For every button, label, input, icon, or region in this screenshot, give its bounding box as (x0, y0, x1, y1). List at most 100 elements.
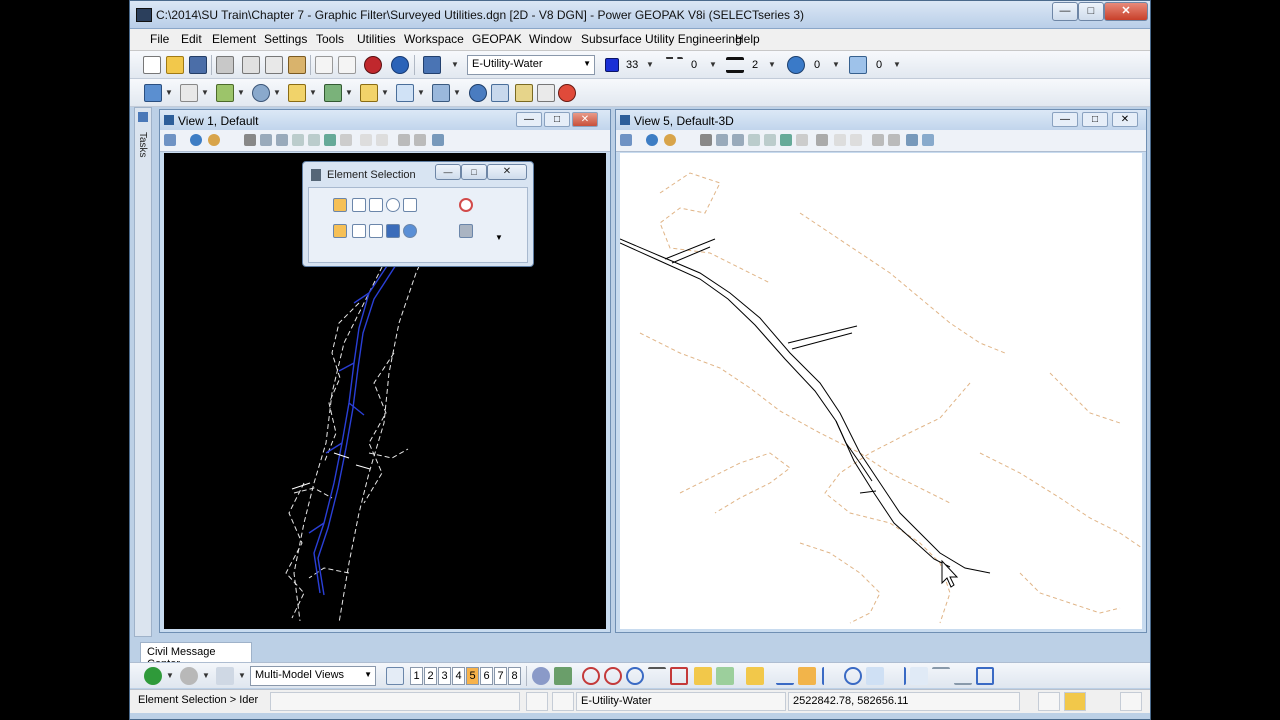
snap-origin-icon[interactable] (604, 667, 622, 685)
lighting-icon[interactable] (664, 134, 676, 146)
window-area-icon[interactable] (748, 134, 760, 146)
chevron-down-icon[interactable]: ▼ (238, 671, 246, 680)
mode-subtract-icon[interactable] (369, 224, 383, 238)
menu-window[interactable]: Window (529, 32, 572, 46)
fit-view-icon[interactable] (764, 134, 776, 146)
paste-icon[interactable] (288, 56, 306, 74)
file-status-icon[interactable] (1120, 692, 1142, 711)
line-weight-icon[interactable] (726, 57, 744, 73)
cut-icon[interactable] (242, 56, 260, 74)
tasks-panel-tab[interactable]: Tasks (134, 107, 152, 637)
select-circle-icon[interactable] (386, 198, 400, 212)
back-icon[interactable] (144, 667, 162, 685)
select-shape-icon[interactable] (369, 198, 383, 212)
bentley-globe-icon[interactable] (364, 56, 382, 74)
snap-cross-icon[interactable] (910, 667, 928, 685)
view-next-icon[interactable] (850, 134, 862, 146)
chevron-down-icon[interactable]: ▼ (165, 88, 173, 97)
new-file-icon[interactable] (143, 56, 161, 74)
view-5-title-bar[interactable]: View 5, Default-3D — □ ✕ (616, 110, 1146, 130)
view-groups-icon[interactable] (386, 667, 404, 685)
fit-view-icon[interactable] (308, 134, 320, 146)
select-line-icon[interactable] (403, 198, 417, 212)
walk-icon[interactable] (816, 134, 828, 146)
lighting-icon[interactable] (208, 134, 220, 146)
snap-intersection-icon[interactable] (670, 667, 688, 685)
stop-icon[interactable] (558, 84, 576, 102)
view-toggle-6[interactable]: 6 (480, 667, 493, 685)
raster-manager-icon[interactable] (252, 84, 270, 102)
snap-curve-icon[interactable] (888, 667, 906, 685)
redo-icon[interactable] (338, 56, 356, 74)
rotate-view-icon[interactable] (324, 134, 336, 146)
snap-tangent-icon[interactable] (716, 667, 734, 685)
chevron-down-icon[interactable]: ▼ (309, 88, 317, 97)
display-styles-icon[interactable] (288, 84, 306, 102)
pan-view-icon[interactable] (796, 134, 808, 146)
chevron-down-icon[interactable]: ▼ (201, 88, 209, 97)
digital-rights-icon[interactable] (1064, 692, 1086, 711)
view-toggle-1[interactable]: 1 (410, 667, 423, 685)
level-combo[interactable]: E-Utility-Water ▼ (467, 55, 595, 75)
dialog-minimize-button[interactable]: — (435, 164, 461, 180)
models-icon[interactable] (180, 84, 198, 102)
measure-icon[interactable] (491, 84, 509, 102)
snap-arc-icon[interactable] (932, 667, 950, 685)
minimize-button[interactable]: — (1052, 2, 1078, 21)
undo-icon[interactable] (315, 56, 333, 74)
snap-mode-icon[interactable] (532, 667, 550, 685)
clip-volume-icon[interactable] (888, 134, 900, 146)
saved-views-icon[interactable] (324, 84, 342, 102)
line-style-icon[interactable] (665, 57, 683, 73)
chevron-down-icon[interactable]: ▼ (893, 60, 901, 69)
chevron-down-icon[interactable]: ▼ (273, 88, 281, 97)
snap-keypoint-icon[interactable] (554, 667, 572, 685)
chevron-down-icon[interactable]: ▼ (381, 88, 389, 97)
dialog-maximize-button[interactable]: □ (461, 164, 487, 180)
batch-icon[interactable] (515, 84, 533, 102)
view-toggle-7[interactable]: 7 (494, 667, 507, 685)
save-icon[interactable] (189, 56, 207, 74)
copy-view-icon[interactable] (872, 134, 884, 146)
menu-utilities[interactable]: Utilities (357, 32, 396, 46)
mode-new-icon[interactable] (333, 224, 347, 238)
menu-geopak[interactable]: GEOPAK (472, 32, 522, 46)
snap-perpendicular-icon[interactable] (746, 667, 764, 685)
menu-file[interactable]: File (150, 32, 169, 46)
menu-settings[interactable]: Settings (264, 32, 307, 46)
civil-message-center-tab[interactable]: Civil Message Center (140, 642, 252, 670)
chevron-down-icon[interactable]: ▼ (709, 60, 717, 69)
dialog-close-button[interactable]: ✕ (487, 164, 527, 180)
chevron-down-icon[interactable]: ▼ (453, 88, 461, 97)
model-views-combo[interactable]: Multi-Model Views ▼ (250, 666, 376, 686)
snaps-icon[interactable] (396, 84, 414, 102)
view-rotation-icon[interactable] (922, 134, 934, 146)
view-toggle-8[interactable]: 8 (508, 667, 521, 685)
select-all-icon[interactable] (403, 224, 417, 238)
maximize-button[interactable]: □ (1078, 2, 1104, 21)
update-view-icon[interactable] (700, 134, 712, 146)
snap-circle-icon[interactable] (844, 667, 862, 685)
priority-icon[interactable] (849, 56, 867, 74)
select-block-icon[interactable] (352, 198, 366, 212)
camera-icon[interactable] (906, 134, 918, 146)
chevron-down-icon[interactable]: ▼ (166, 671, 174, 680)
view-5-minimize-button[interactable]: — (1052, 112, 1078, 127)
clear-selection-icon[interactable] (459, 198, 473, 212)
mode-invert-icon[interactable] (386, 224, 400, 238)
snap-midpoint-icon[interactable] (648, 667, 666, 685)
menu-workspace[interactable]: Workspace (404, 32, 464, 46)
view-toggle-3[interactable]: 3 (438, 667, 451, 685)
snap-point-on-icon[interactable] (822, 667, 840, 685)
help-icon[interactable] (391, 56, 409, 74)
level-manager-icon[interactable] (423, 56, 441, 74)
display-style-icon[interactable] (190, 134, 202, 146)
chevron-down-icon[interactable]: ▼ (451, 60, 459, 69)
menu-element[interactable]: Element (212, 32, 256, 46)
chevron-down-icon[interactable]: ▼ (345, 88, 353, 97)
levels-icon[interactable] (360, 84, 378, 102)
zoom-in-icon[interactable] (260, 134, 272, 146)
chevron-down-icon[interactable]: ▼ (495, 233, 503, 242)
zoom-in-icon[interactable] (716, 134, 728, 146)
copy-view-icon[interactable] (398, 134, 410, 146)
